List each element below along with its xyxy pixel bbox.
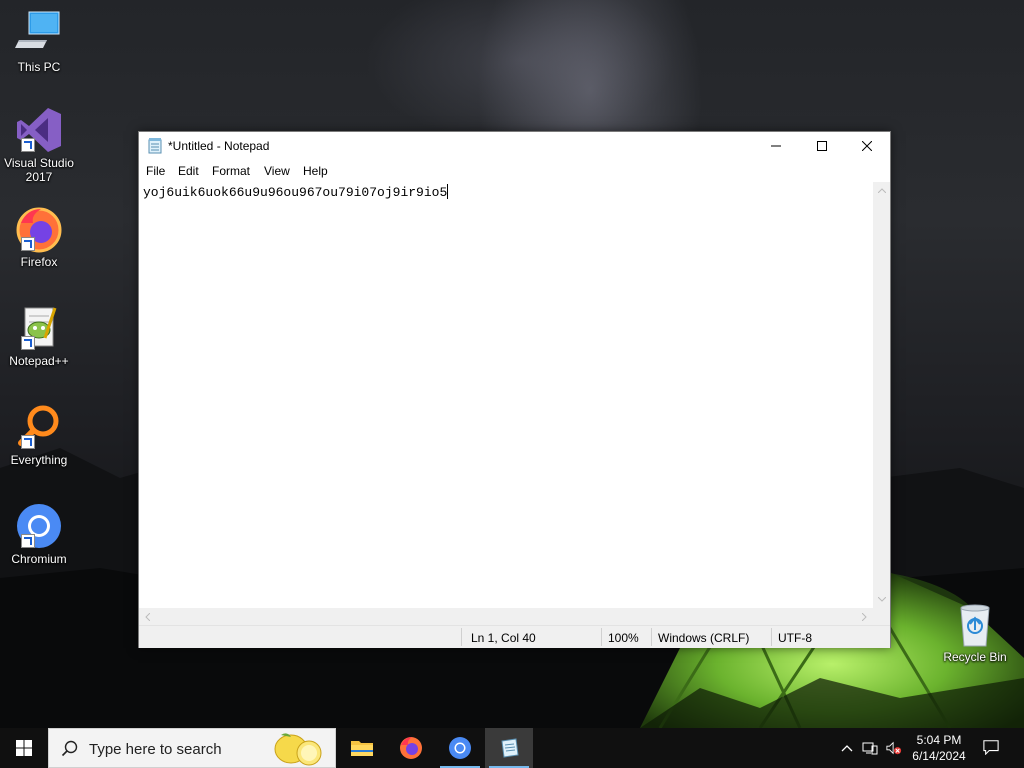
desktop-icon-label: Visual Studio 2017 [4, 156, 74, 184]
desktop-icon-recycle-bin[interactable]: Recycle Bin [936, 600, 1014, 664]
chromium-icon [15, 502, 63, 550]
notepad-icon [148, 138, 162, 154]
taskbar: Type here to search 5:04 PM 6/14/2024 [0, 728, 1024, 768]
menu-edit[interactable]: Edit [178, 164, 199, 178]
start-button[interactable] [0, 728, 48, 768]
maximize-icon [817, 141, 827, 151]
volume-muted-icon[interactable] [886, 740, 902, 756]
text-editor[interactable]: yoj6uik6uok66u9u96ou967ou79i07oj9ir9io5 [139, 182, 873, 608]
status-divider [771, 628, 772, 646]
minimize-button[interactable] [753, 132, 799, 160]
scrollbar-corner [873, 608, 890, 625]
lemon-search-highlight-icon [274, 733, 322, 766]
search-icon [61, 740, 78, 757]
system-clock[interactable]: 5:04 PM 6/14/2024 [906, 732, 972, 764]
status-divider [461, 628, 462, 646]
firefox-icon [400, 737, 422, 759]
clock-time: 5:04 PM [916, 733, 962, 747]
notepad-plus-plus-icon [15, 304, 63, 352]
editor-content: yoj6uik6uok66u9u96ou967ou79i07oj9ir9io5 [143, 185, 448, 200]
desktop: This PC Visual Studio 2017 Firefox Notep… [0, 0, 1024, 728]
taskbar-file-explorer[interactable] [338, 728, 386, 768]
notepad-icon [501, 738, 519, 758]
desktop-icon-firefox[interactable]: Firefox [0, 205, 78, 269]
status-divider [601, 628, 602, 646]
desktop-icon-label: Firefox [20, 255, 58, 269]
chromium-icon [449, 737, 471, 759]
close-button[interactable] [844, 132, 890, 160]
shortcut-arrow-icon [21, 435, 35, 449]
taskbar-search-box[interactable]: Type here to search [48, 728, 336, 768]
computer-icon [15, 10, 63, 58]
scroll-left-icon[interactable] [139, 608, 156, 625]
notepad-window[interactable]: *Untitled - Notepad File Edit Format Vie… [138, 131, 891, 648]
status-bar: Ln 1, Col 40 100% Windows (CRLF) UTF-8 [139, 625, 890, 648]
taskbar-firefox[interactable] [387, 728, 435, 768]
minimize-icon [771, 145, 781, 147]
search-placeholder: Type here to search [89, 741, 222, 758]
status-encoding: UTF-8 [778, 631, 812, 645]
windows-logo-icon [16, 740, 32, 756]
status-zoom: 100% [608, 631, 639, 645]
shortcut-arrow-icon [21, 336, 35, 350]
desktop-icon-everything[interactable]: Everything [0, 403, 78, 467]
firefox-icon [15, 205, 63, 253]
taskbar-notepad[interactable] [485, 728, 533, 768]
menu-format[interactable]: Format [212, 164, 250, 178]
recycle-bin-icon [951, 600, 999, 648]
desktop-icon-label: Recycle Bin [943, 650, 1007, 664]
desktop-icon-label: This PC [17, 60, 61, 74]
status-divider [651, 628, 652, 646]
action-center-icon[interactable] [983, 739, 999, 755]
menu-view[interactable]: View [264, 164, 290, 178]
vertical-scrollbar[interactable] [873, 182, 890, 608]
desktop-icon-label: Notepad++ [9, 354, 69, 368]
shortcut-arrow-icon [21, 534, 35, 548]
folder-icon [351, 741, 373, 756]
status-line-ending: Windows (CRLF) [658, 631, 750, 645]
visual-studio-icon [15, 106, 63, 154]
shortcut-arrow-icon [21, 138, 35, 152]
window-title: *Untitled - Notepad [168, 139, 270, 153]
menu-help[interactable]: Help [303, 164, 328, 178]
horizontal-scrollbar[interactable] [139, 608, 873, 625]
desktop-icon-label: Everything [10, 453, 68, 467]
clock-date: 6/14/2024 [912, 749, 966, 763]
menu-bar: File Edit Format View Help [139, 160, 890, 180]
desktop-icon-notepad-plus-plus[interactable]: Notepad++ [0, 304, 78, 368]
scroll-up-icon[interactable] [873, 182, 890, 199]
show-hidden-icons-chevron-icon[interactable] [839, 740, 855, 756]
text-caret [447, 184, 449, 199]
maximize-button[interactable] [799, 132, 845, 160]
desktop-icon-label: Chromium [11, 552, 67, 566]
scroll-down-icon[interactable] [873, 591, 890, 608]
desktop-icon-chromium[interactable]: Chromium [0, 502, 78, 566]
title-bar[interactable]: *Untitled - Notepad [139, 132, 890, 160]
status-position: Ln 1, Col 40 [471, 631, 536, 645]
everything-search-icon [15, 403, 63, 451]
shortcut-arrow-icon [21, 237, 35, 251]
network-icon[interactable] [862, 740, 878, 756]
taskbar-chromium[interactable] [436, 728, 484, 768]
scroll-right-icon[interactable] [856, 608, 873, 625]
menu-file[interactable]: File [146, 164, 165, 178]
close-icon [862, 141, 872, 151]
desktop-icon-visual-studio[interactable]: Visual Studio 2017 [0, 106, 78, 184]
desktop-icon-this-pc[interactable]: This PC [0, 10, 78, 74]
